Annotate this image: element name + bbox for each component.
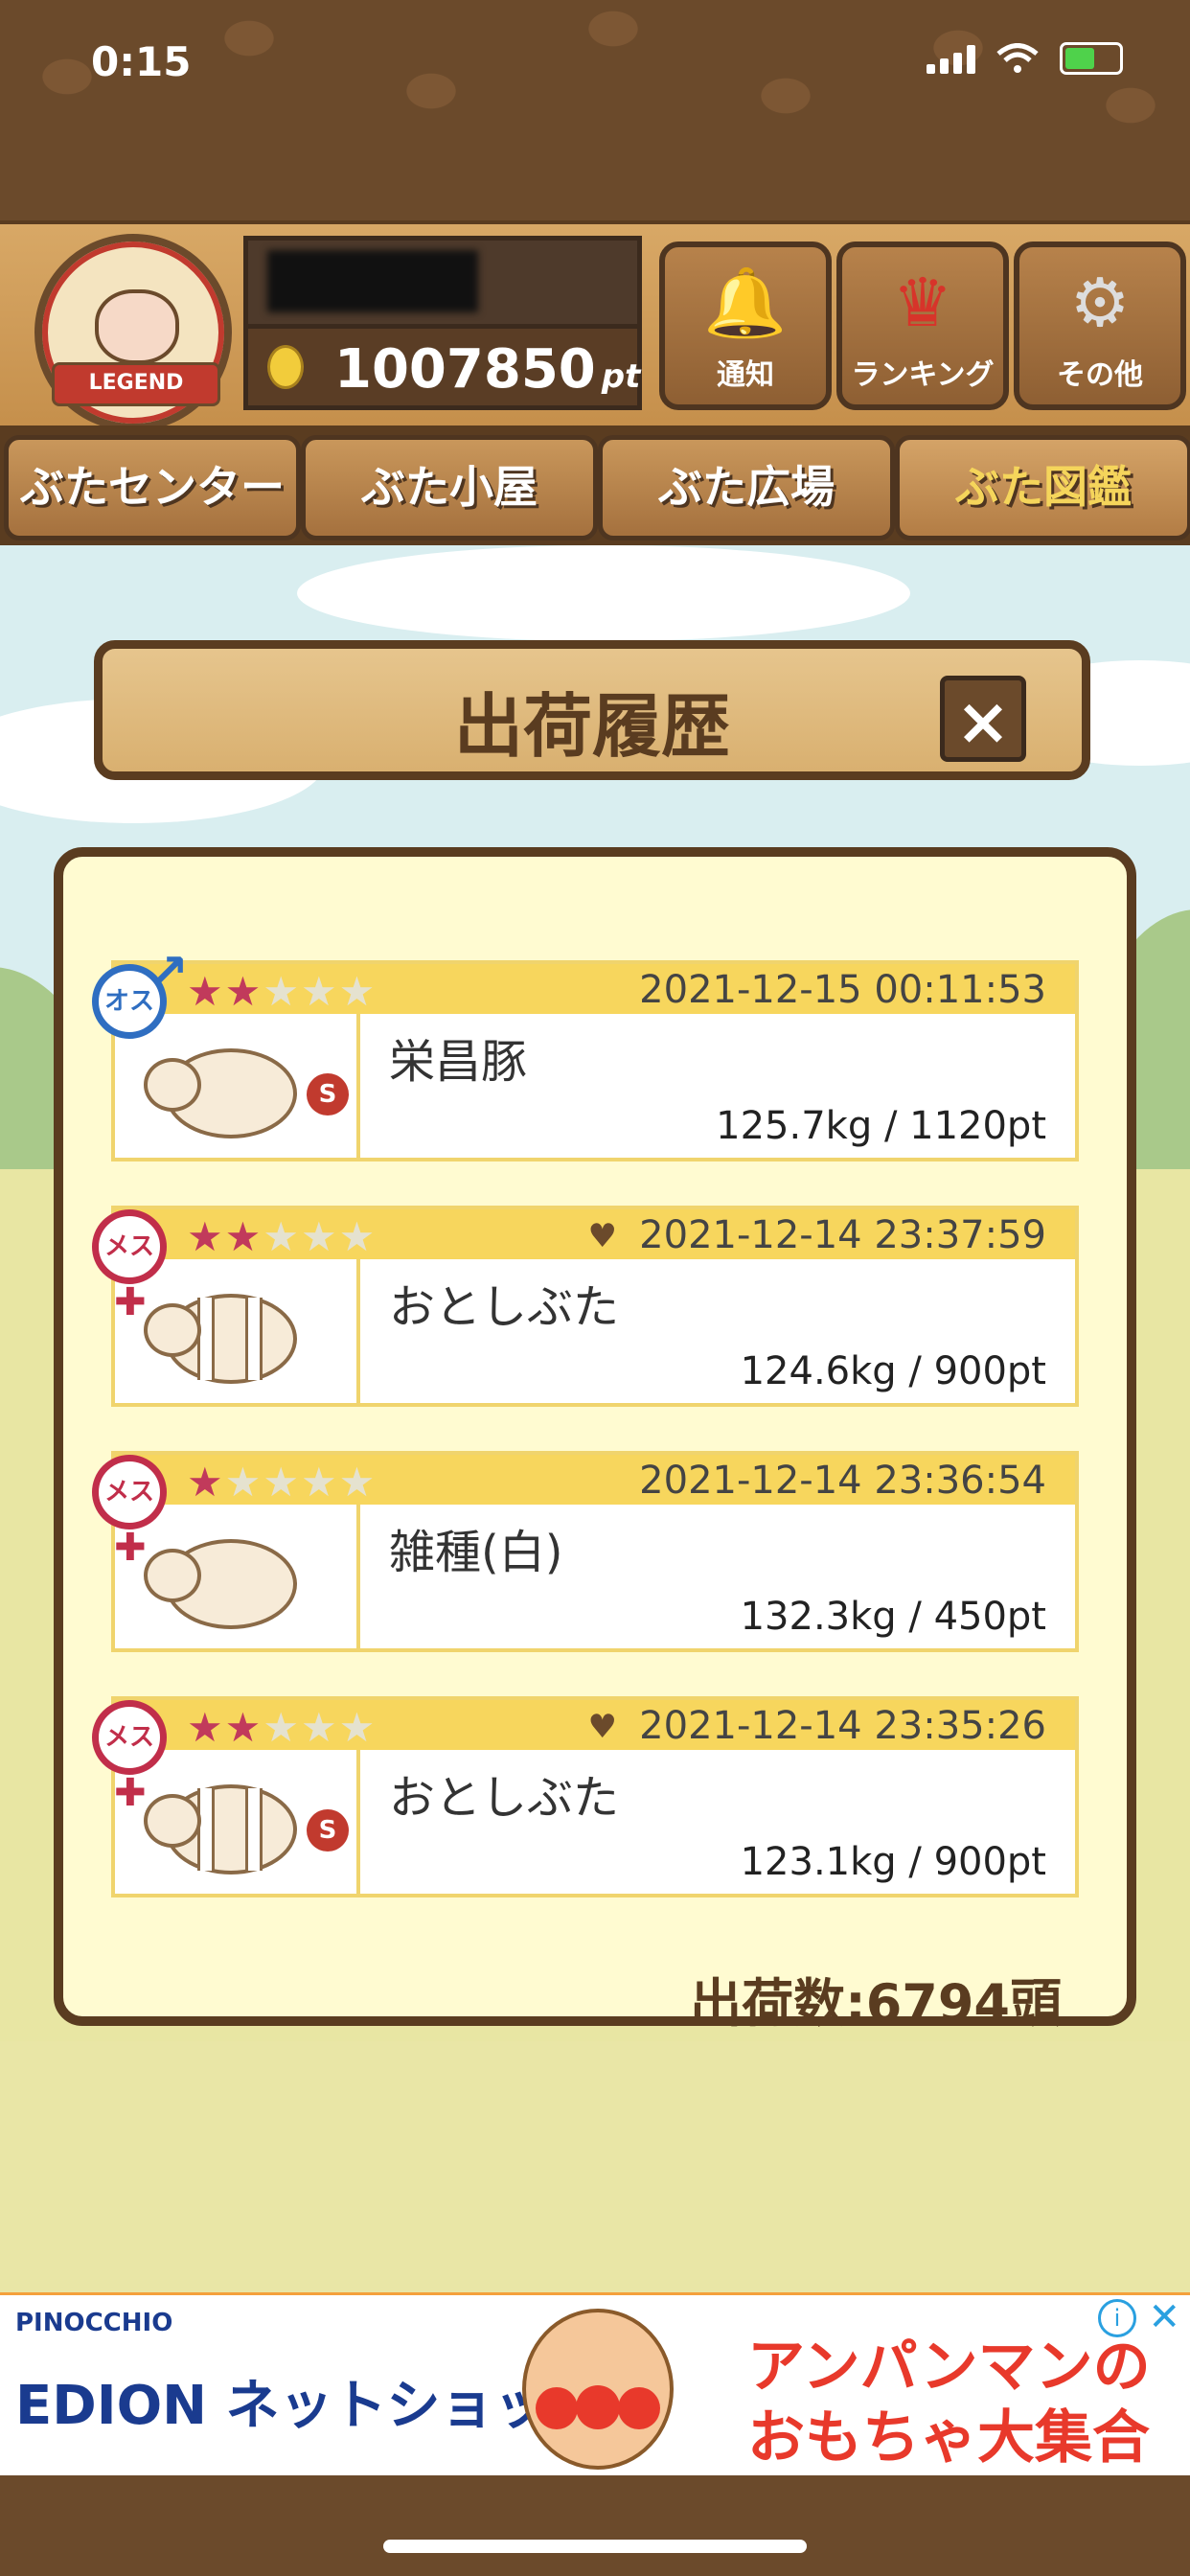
pig-thumbnail: S xyxy=(115,1750,360,1894)
shipment-record-row[interactable]: ★★★★★ 2021-12-14 23:36:54 雑種(白) 132.3kg / 4… xyxy=(92,1451,1079,1652)
pig-name: 栄昌豚 xyxy=(389,1035,528,1089)
ad-shop-name: EDION ネットショップ xyxy=(15,2375,602,2437)
star-icon: ★ xyxy=(300,968,339,1015)
shipment-record-row[interactable]: ★★★★★ ♥ 2021-12-14 23:37:59 おとしぶた 124.6kg / … xyxy=(92,1206,1079,1407)
pig-name: おとしぶた xyxy=(389,1771,620,1825)
record-date: 2021-12-14 23:35:26 xyxy=(639,1704,1046,1748)
signal-icon xyxy=(927,43,975,74)
tab-buta-center[interactable]: ぶたセンター xyxy=(4,435,301,540)
ad-banner[interactable]: PINOCCHIO EDION ネットショップ アンパンマンの おもちゃ大集合 … xyxy=(0,2292,1190,2478)
pig-name: おとしぶた xyxy=(389,1280,620,1334)
tab-buta-hut[interactable]: ぶた小屋 xyxy=(301,435,598,540)
ranking-button[interactable]: ♛ ランキング xyxy=(836,242,1009,410)
star-icon: ★ xyxy=(300,1459,339,1506)
ad-brand: PINOCCHIO xyxy=(15,2309,173,2337)
home-indicator[interactable] xyxy=(383,2540,807,2553)
battery-icon xyxy=(1060,42,1123,75)
pig-name: 雑種(白) xyxy=(389,1526,563,1579)
redacted-name xyxy=(267,250,478,312)
modal-title-bar: 出荷履歴 × xyxy=(94,640,1090,780)
star-icon: ★ xyxy=(224,1704,263,1751)
ad-headline-2: おもちゃ大集合 xyxy=(747,2404,1150,2472)
heart-icon: ♥ xyxy=(587,1708,617,1746)
ranking-label: ランキング xyxy=(851,358,995,392)
star-icon: ★ xyxy=(263,1704,301,1751)
star-icon: ★ xyxy=(300,1704,339,1751)
crown-icon: ♛ xyxy=(892,264,953,342)
record-header: ★★★★★ ♥ 2021-12-14 23:35:26 xyxy=(115,1700,1075,1751)
pig-thumbnail xyxy=(115,1505,360,1648)
star-icon: ★ xyxy=(263,1213,301,1260)
ad-close-icon[interactable]: ✕ xyxy=(1148,2295,1180,2339)
rarity-stars: ★★★★★ xyxy=(187,1704,377,1751)
star-icon: ★ xyxy=(187,1704,225,1751)
star-icon: ★ xyxy=(187,1459,225,1506)
star-icon: ★ xyxy=(187,1213,225,1260)
star-icon: ★ xyxy=(187,968,225,1015)
settings-label: その他 xyxy=(1057,358,1143,392)
rarity-stars: ★★★★★ xyxy=(187,968,377,1015)
pig-thumbnail xyxy=(115,1259,360,1403)
player-name-box xyxy=(243,236,642,330)
ad-character-image xyxy=(522,2309,674,2470)
status-icons xyxy=(927,42,1123,75)
star-icon: ★ xyxy=(300,1213,339,1260)
rarity-stars: ★★★★★ xyxy=(187,1459,377,1506)
gender-badge-icon: メス ✚ xyxy=(92,1700,167,1815)
pig-weight-points: 124.6kg / 900pt xyxy=(740,1349,1046,1393)
star-icon: ★ xyxy=(338,1704,378,1751)
shipment-total: 出荷数:6794頭 xyxy=(690,1973,1062,2034)
record-header: ★★★★★ 2021-12-15 00:11:53 xyxy=(115,964,1075,1015)
wifi-icon xyxy=(996,43,1039,73)
heart-icon: ♥ xyxy=(587,1217,617,1255)
tab-buta-encyclopedia[interactable]: ぶた図鑑 xyxy=(895,435,1190,540)
coin-icon xyxy=(267,345,304,389)
star-icon: ★ xyxy=(263,968,301,1015)
shipment-record-row[interactable]: ★★★★★ 2021-12-15 00:11:53 S 栄昌豚 125.7kg / 11… xyxy=(92,944,1079,1162)
s-rank-badge-icon: S xyxy=(307,1809,349,1852)
status-time: 0:15 xyxy=(91,38,192,85)
rarity-stars: ★★★★★ xyxy=(187,1213,377,1260)
ad-info-icon[interactable]: i xyxy=(1098,2299,1136,2337)
status-bar: 0:15 xyxy=(0,0,1190,126)
gender-badge-icon: メス ✚ xyxy=(92,1209,167,1324)
pig-face-icon xyxy=(95,289,179,364)
star-icon: ★ xyxy=(224,968,263,1015)
star-icon: ★ xyxy=(338,1459,378,1506)
legend-badge: LEGEND xyxy=(52,362,220,406)
gender-badge-icon: メス ✚ xyxy=(92,1455,167,1570)
shipment-record-row[interactable]: ★★★★★ ♥ 2021-12-14 23:35:26 S おとしぶた 123.1kg /… xyxy=(92,1696,1079,1898)
modal-title: 出荷履歴 xyxy=(453,686,730,767)
pig-weight-points: 132.3kg / 450pt xyxy=(740,1595,1046,1639)
close-button[interactable]: × xyxy=(940,676,1026,762)
points-box: 1007850 pt xyxy=(243,324,642,410)
pig-thumbnail: S xyxy=(115,1014,360,1158)
pig-weight-points: 123.1kg / 900pt xyxy=(740,1840,1046,1884)
record-date: 2021-12-14 23:37:59 xyxy=(639,1213,1046,1257)
tab-bar: ぶたセンター ぶた小屋 ぶた広場 ぶた図鑑 xyxy=(0,426,1190,545)
record-date: 2021-12-15 00:11:53 xyxy=(639,968,1046,1012)
record-date: 2021-12-14 23:36:54 xyxy=(639,1459,1046,1503)
player-avatar[interactable]: LEGEND xyxy=(34,234,232,431)
notification-label: 通知 xyxy=(717,358,774,392)
record-header: ★★★★★ 2021-12-14 23:36:54 xyxy=(115,1455,1075,1506)
pig-weight-points: 125.7kg / 1120pt xyxy=(716,1104,1046,1148)
notification-button[interactable]: 🔔 通知 xyxy=(659,242,832,410)
star-icon: ★ xyxy=(338,968,378,1015)
bottom-wood-background xyxy=(0,2475,1190,2576)
star-icon: ★ xyxy=(263,1459,301,1506)
record-header: ★★★★★ ♥ 2021-12-14 23:37:59 xyxy=(115,1209,1075,1260)
star-icon: ★ xyxy=(224,1213,263,1260)
points-value: 1007850 pt xyxy=(334,338,641,401)
bell-icon: 🔔 xyxy=(703,264,788,342)
tab-buta-plaza[interactable]: ぶた広場 xyxy=(598,435,895,540)
gear-icon: ⚙ xyxy=(1069,264,1131,342)
s-rank-badge-icon: S xyxy=(307,1073,349,1116)
star-icon: ★ xyxy=(224,1459,263,1506)
gender-badge-icon: オス ↗ xyxy=(92,944,189,1039)
star-icon: ★ xyxy=(338,1213,378,1260)
settings-button[interactable]: ⚙ その他 xyxy=(1014,242,1186,410)
